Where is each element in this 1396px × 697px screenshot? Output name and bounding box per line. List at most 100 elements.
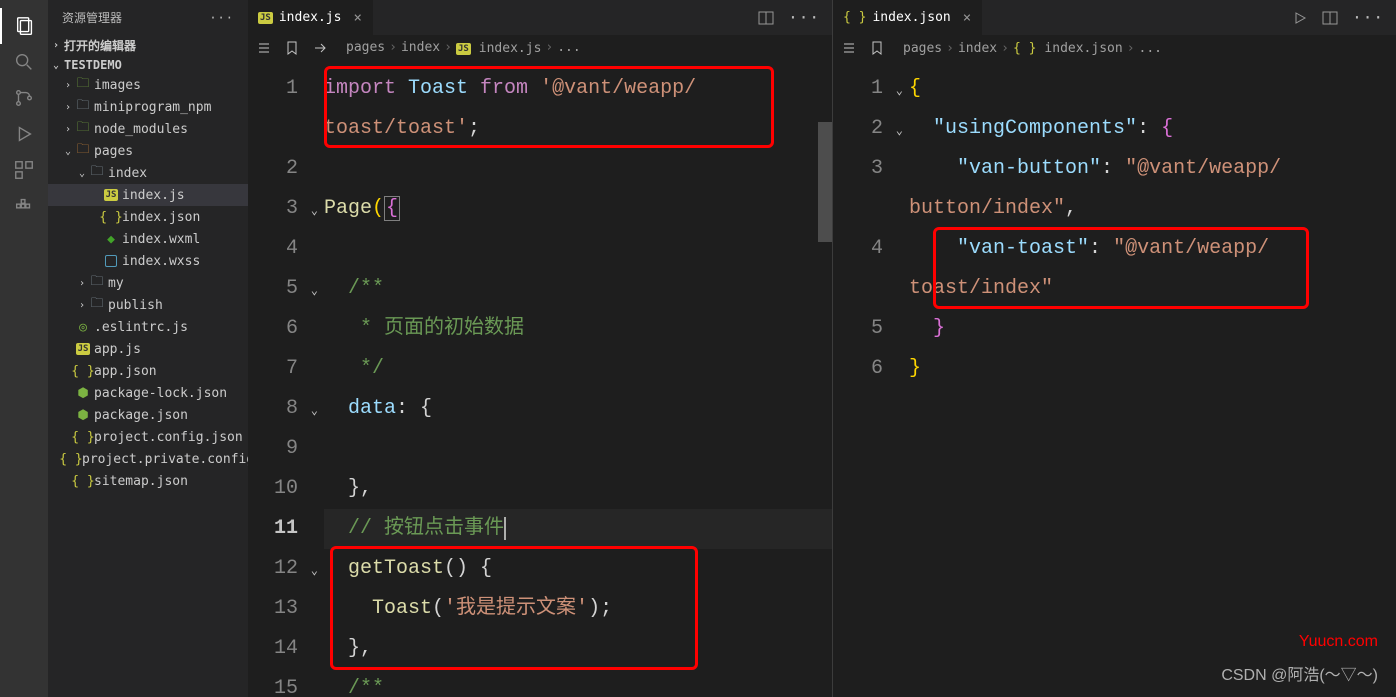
breadcrumb-right[interactable]: pagesindex{ }index.json... [833,35,1396,61]
play-icon[interactable] [1292,10,1308,26]
more-icon[interactable]: ··· [1352,8,1384,27]
tree-label: app.json [94,364,157,379]
tab-index-js[interactable]: JS index.js × [248,0,373,35]
file-item[interactable]: index.wxss [48,250,248,272]
json-icon: { } [74,430,92,445]
tree-label: index.json [122,210,200,225]
tree-label: app.js [94,342,141,357]
folder-item[interactable]: ›🗀images [48,74,248,96]
open-editors-section[interactable]: ›打开的编辑器 [48,35,248,56]
list-icon[interactable] [256,40,272,56]
file-tree: ›🗀images›🗀miniprogram_npm›🗀node_modules⌄… [48,74,248,697]
close-icon[interactable]: × [963,10,971,26]
file-item[interactable]: ⬢package.json [48,404,248,426]
js-icon: JS [258,12,273,24]
editor-pane-right: { } index.json × ··· pagesindex{ }index.… [832,0,1396,697]
editor-group: JS index.js × ··· pagesindexJSindex.js..… [248,0,1396,697]
tree-label: package.json [94,408,188,423]
tab-index-json[interactable]: { } index.json × [833,0,982,35]
explorer-icon[interactable] [0,8,48,44]
folder-item[interactable]: ›🗀miniprogram_npm [48,96,248,118]
tree-label: node_modules [94,122,188,137]
tab-actions-left: ··· [746,0,832,35]
split-editor-icon[interactable] [1322,10,1338,26]
file-item[interactable]: ⬢package-lock.json [48,382,248,404]
file-item[interactable]: { }index.json [48,206,248,228]
fold-icon[interactable]: ⌄ [311,403,318,418]
wxml-icon: ◆ [102,232,120,247]
split-editor-icon[interactable] [758,10,774,26]
sidebar-title: 资源管理器 [62,9,122,26]
file-icon: ⬢ [74,408,92,423]
js-icon: JS [102,189,120,201]
file-icon: ⬢ [74,386,92,401]
json-icon: { } [102,210,120,225]
fold-icon[interactable]: ⌄ [896,83,903,98]
project-section[interactable]: ⌄TESTDEMO [48,56,248,74]
source-control-icon[interactable] [0,80,48,116]
watermark: Yuucn.com [1299,633,1378,651]
run-debug-icon[interactable] [0,116,48,152]
code-area-right[interactable]: 1⌄2⌄3456 { "usingComponents": { "van-but… [833,61,1396,697]
file-item[interactable]: JSapp.js [48,338,248,360]
folder-item[interactable]: ›🗀publish [48,294,248,316]
file-item[interactable]: ◎.eslintrc.js [48,316,248,338]
tab-actions-right: ··· [1280,0,1396,35]
wxss-icon [102,255,120,267]
bookmark-icon[interactable] [284,40,300,56]
fold-icon[interactable]: ⌄ [896,123,903,138]
json-icon: { } [74,364,92,379]
file-item[interactable]: { }project.config.json [48,426,248,448]
list-icon[interactable] [841,40,857,56]
tree-label: pages [94,144,133,159]
arrow-right-icon[interactable] [312,40,328,56]
folder-icon: 🗀 [74,74,92,96]
json-icon: { } [843,10,866,25]
editor-pane-left: JS index.js × ··· pagesindexJSindex.js..… [248,0,832,697]
breadcrumb-left[interactable]: pagesindexJSindex.js... [248,35,832,61]
file-item[interactable]: { }project.private.config.js... [48,448,248,470]
extensions-icon[interactable] [0,152,48,188]
tab-bar-left: JS index.js × ··· [248,0,832,35]
tree-label: my [108,276,124,291]
sidebar-more-icon[interactable]: ··· [209,11,234,25]
json-icon: { } [62,452,80,467]
explorer-sidebar: 资源管理器 ··· ›打开的编辑器 ⌄TESTDEMO ›🗀images›🗀mi… [48,0,248,697]
fold-icon[interactable]: ⌄ [311,203,318,218]
folder-item[interactable]: ⌄🗀pages [48,140,248,162]
folder-icon: 🗀 [88,294,106,316]
folder-icon: 🗀 [88,272,106,294]
fold-icon[interactable]: ⌄ [311,563,318,578]
fold-icon[interactable]: ⌄ [311,283,318,298]
file-item[interactable]: ◆index.wxml [48,228,248,250]
tree-label: miniprogram_npm [94,100,211,115]
tree-label: sitemap.json [94,474,188,489]
tree-label: index.js [122,188,185,203]
scrollbar-vertical[interactable] [818,122,832,242]
tree-label: index [108,166,147,181]
folder-icon: 🗀 [88,162,106,184]
tree-label: index.wxml [122,232,200,247]
folder-item[interactable]: ›🗀node_modules [48,118,248,140]
search-icon[interactable] [0,44,48,80]
close-icon[interactable]: × [353,10,361,26]
tree-label: project.private.config.js... [82,452,248,467]
tree-label: images [94,78,141,93]
file-item[interactable]: JSindex.js [48,184,248,206]
folder-icon: 🗀 [74,140,92,162]
file-item[interactable]: { }app.json [48,360,248,382]
folder-item[interactable]: ⌄🗀index [48,162,248,184]
tree-label: publish [108,298,163,313]
bookmark-icon[interactable] [869,40,885,56]
code-area-left[interactable]: 123⌄45⌄678⌄9101112⌄131415 import Toast f… [248,61,832,697]
file-item[interactable]: { }sitemap.json [48,470,248,492]
folder-item[interactable]: ›🗀my [48,272,248,294]
docker-icon[interactable] [0,188,48,224]
tree-label: project.config.json [94,430,243,445]
more-icon[interactable]: ··· [788,8,820,27]
js-icon: JS [74,343,92,355]
footer-note: CSDN @阿浩(〜▽〜) [1221,661,1378,685]
activity-bar [0,0,48,697]
tab-bar-right: { } index.json × ··· [833,0,1396,35]
folder-icon: 🗀 [74,118,92,140]
